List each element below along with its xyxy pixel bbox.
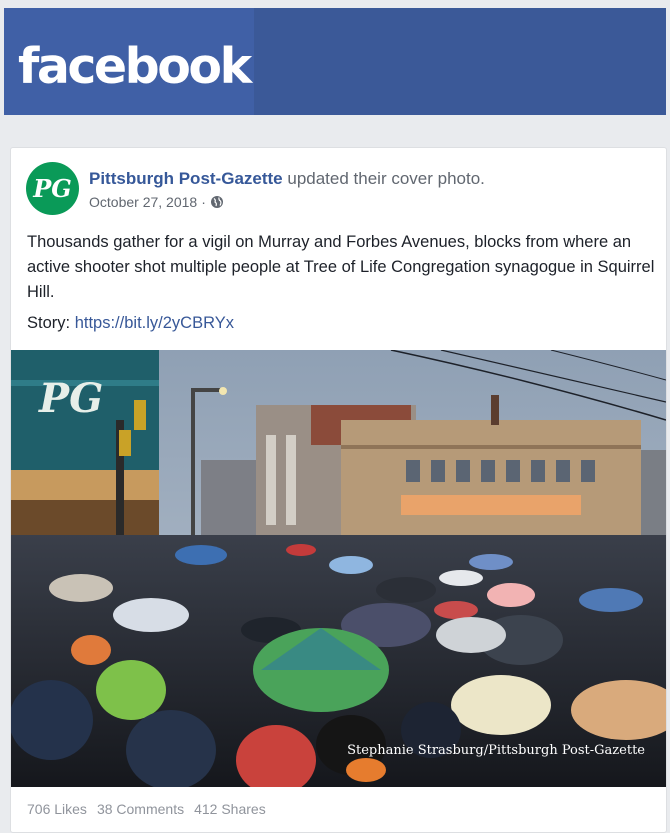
comments-count[interactable]: 38 Comments bbox=[97, 801, 184, 817]
post-text: Thousands gather for a vigil on Murray a… bbox=[27, 233, 655, 301]
story-link[interactable]: https://bit.ly/2yCBRYx bbox=[75, 314, 234, 332]
facebook-logo[interactable]: facebook bbox=[18, 42, 252, 91]
likes-count[interactable]: 706 Likes bbox=[27, 801, 87, 817]
meta-separator: · bbox=[201, 194, 206, 210]
story-label: Story: bbox=[27, 314, 71, 332]
pg-building-sign: PG bbox=[38, 375, 103, 422]
globe-icon[interactable] bbox=[210, 195, 224, 209]
facebook-header: facebook bbox=[4, 8, 666, 115]
post-meta: October 27, 2018 · bbox=[89, 194, 224, 210]
post-photo[interactable]: PG Stephanie Strasburg/Pittsburgh Post-G… bbox=[11, 350, 666, 787]
page-avatar[interactable]: PG bbox=[26, 162, 79, 215]
avatar-logo-text: PG bbox=[33, 174, 72, 203]
post-header: Pittsburgh Post-Gazette updated their co… bbox=[89, 169, 485, 189]
vigil-photo-illustration: PG Stephanie Strasburg/Pittsburgh Post-G… bbox=[11, 350, 666, 787]
post-card: PG Pittsburgh Post-Gazette updated their… bbox=[10, 147, 667, 833]
photo-caption: Stephanie Strasburg/Pittsburgh Post-Gaze… bbox=[347, 743, 645, 758]
page-name-link[interactable]: Pittsburgh Post-Gazette bbox=[89, 169, 283, 188]
post-action-text: updated their cover photo. bbox=[287, 169, 485, 188]
engagement-stats: 706 Likes 38 Comments 412 Shares bbox=[27, 801, 266, 817]
post-date[interactable]: October 27, 2018 bbox=[89, 194, 197, 210]
shares-count[interactable]: 412 Shares bbox=[194, 801, 266, 817]
story-line: Story: https://bit.ly/2yCBRYx bbox=[27, 314, 234, 333]
